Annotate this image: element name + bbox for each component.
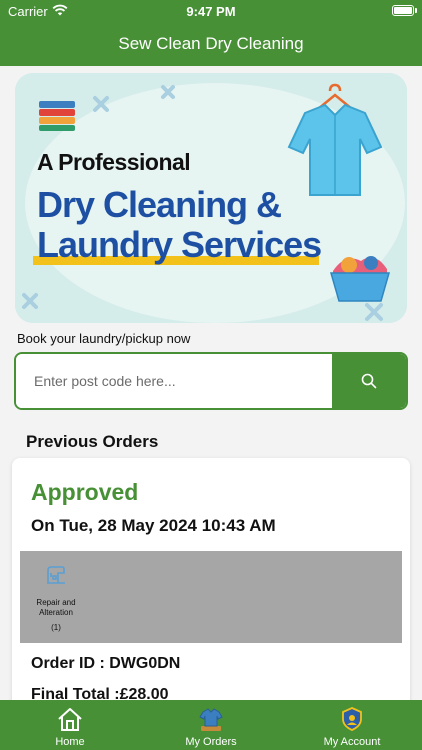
banner-headline-2: Dry Cleaning &: [37, 184, 282, 225]
sewing-machine-icon: [47, 566, 65, 584]
tab-my-orders[interactable]: My Orders: [140, 700, 282, 750]
shirt-icon: [197, 706, 225, 737]
order-item: Repair and Alteration (1): [30, 563, 82, 632]
status-bar: Carrier 9:47 PM: [0, 0, 422, 22]
battery-icon: [392, 5, 414, 16]
tab-my-account-label: My Account: [323, 736, 381, 748]
shield-icon: [339, 706, 365, 737]
tab-bar: Home My Orders My Account: [0, 700, 422, 750]
order-id: Order ID : DWG0DN: [31, 655, 181, 672]
order-item-name: Repair and Alteration: [36, 598, 76, 617]
promo-banner[interactable]: A Professional Dry Cleaning & Laundry Se…: [15, 73, 407, 323]
order-date: On Tue, 28 May 2024 10:43 AM: [31, 516, 276, 535]
clock: 9:47 PM: [186, 4, 236, 19]
postcode-search: [14, 352, 408, 410]
order-items-strip: Repair and Alteration (1): [20, 551, 402, 643]
tab-home[interactable]: Home: [0, 700, 140, 750]
tab-my-account[interactable]: My Account: [282, 700, 422, 750]
tab-home-label: Home: [55, 736, 85, 748]
tab-my-orders-label: My Orders: [185, 736, 237, 748]
banner-headline-3: Laundry Services: [37, 224, 322, 265]
search-button[interactable]: [332, 354, 406, 408]
banner-headline-1: A Professional: [37, 149, 191, 175]
order-status: Approved: [31, 479, 139, 505]
previous-orders-heading: Previous Orders: [26, 432, 159, 451]
order-card[interactable]: Approved On Tue, 28 May 2024 10:43 AM Re…: [12, 458, 410, 718]
booking-label: Book your laundry/pickup now: [17, 331, 191, 346]
search-icon: [361, 373, 377, 389]
home-icon: [56, 706, 84, 737]
postcode-input[interactable]: [16, 354, 334, 408]
order-item-qty: (1): [51, 623, 61, 632]
battery-tip: [415, 8, 417, 13]
page-title: Sew Clean Dry Cleaning: [0, 22, 422, 66]
